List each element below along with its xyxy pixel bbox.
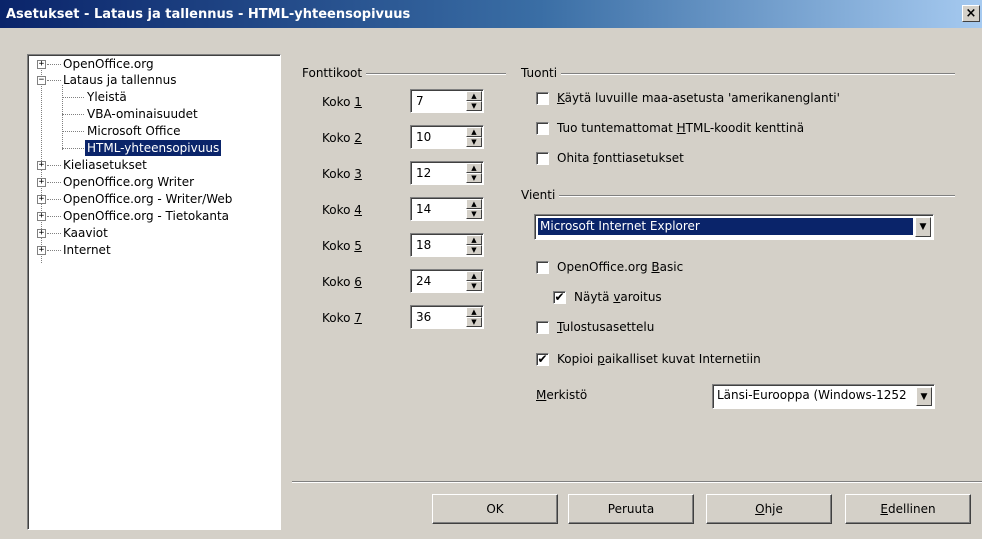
size-1-value: 7 bbox=[416, 94, 424, 108]
size-2-value: 10 bbox=[416, 130, 432, 144]
collapse-icon[interactable]: − bbox=[37, 76, 46, 85]
expand-icon[interactable]: + bbox=[37, 229, 46, 238]
export-heading: Vienti bbox=[521, 188, 560, 202]
spin-down-icon[interactable]: ▼ bbox=[466, 173, 482, 183]
spin-up-icon[interactable]: ▲ bbox=[466, 91, 482, 101]
export-browser-value: Microsoft Internet Explorer bbox=[538, 218, 913, 235]
chevron-down-icon[interactable]: ▼ bbox=[915, 217, 931, 237]
cancel-button[interactable]: Peruuta bbox=[568, 494, 694, 524]
size-2-spinner[interactable]: 10 ▲ ▼ bbox=[410, 125, 484, 149]
size-5-spinner[interactable]: 18 ▲ ▼ bbox=[410, 233, 484, 257]
show-warning-checkbox-label[interactable]: Näytä varoitus bbox=[574, 290, 662, 304]
tree-item-label: Internet bbox=[63, 243, 111, 257]
expand-icon[interactable]: + bbox=[37, 246, 46, 255]
export-browser-select[interactable]: Microsoft Internet Explorer ▼ bbox=[534, 214, 934, 240]
tree-item-label: OpenOffice.org - Tietokanta bbox=[63, 209, 230, 223]
spin-up-icon[interactable]: ▲ bbox=[466, 271, 482, 281]
ignore-fonts-checkbox-label[interactable]: Ohita fonttiasetukset bbox=[557, 151, 684, 165]
expand-icon[interactable]: + bbox=[37, 178, 46, 187]
charset-label: Merkistö bbox=[536, 388, 588, 402]
size-label-2: Koko 2 bbox=[322, 131, 362, 145]
locale-checkbox-label[interactable]: Käytä luvuille maa-asetusta 'amerikaneng… bbox=[557, 91, 840, 105]
size-6-value: 24 bbox=[416, 274, 432, 288]
spin-up-icon[interactable]: ▲ bbox=[466, 199, 482, 209]
expand-icon[interactable]: + bbox=[37, 212, 46, 221]
spin-down-icon[interactable]: ▼ bbox=[466, 137, 482, 147]
size-5-value: 18 bbox=[416, 238, 432, 252]
tree-connector bbox=[62, 85, 63, 150]
close-icon[interactable]: × bbox=[962, 5, 980, 22]
size-7-spinner[interactable]: 36 ▲ ▼ bbox=[410, 305, 484, 329]
show-warning-checkbox[interactable]: ✔ bbox=[553, 291, 566, 304]
tree-item-label: OpenOffice.org bbox=[63, 57, 154, 71]
tree-item-label: VBA-ominaisuudet bbox=[87, 107, 198, 121]
size-7-value: 36 bbox=[416, 310, 432, 324]
button-separator bbox=[292, 481, 982, 483]
size-label-5: Koko 5 bbox=[322, 239, 362, 253]
charset-value: Länsi-Eurooppa (Windows-1252 bbox=[717, 388, 907, 402]
chevron-down-icon[interactable]: ▼ bbox=[916, 387, 932, 406]
tree-item-label: Lataus ja tallennus bbox=[63, 73, 177, 87]
size-label-7: Koko 7 bbox=[322, 311, 362, 325]
print-layout-checkbox[interactable] bbox=[536, 321, 549, 334]
title-bar: Asetukset - Lataus ja tallennus - HTML-y… bbox=[0, 0, 982, 28]
import-heading: Tuonti bbox=[521, 66, 562, 80]
tree-item-label: OpenOffice.org Writer bbox=[63, 175, 195, 189]
print-layout-checkbox-label[interactable]: Tulostusasettelu bbox=[557, 320, 654, 334]
spin-down-icon[interactable]: ▼ bbox=[466, 317, 482, 327]
size-4-value: 14 bbox=[416, 202, 432, 216]
size-3-value: 12 bbox=[416, 166, 432, 180]
spin-up-icon[interactable]: ▲ bbox=[466, 235, 482, 245]
tree-item-label: Kieliasetukset bbox=[63, 158, 147, 172]
spin-down-icon[interactable]: ▼ bbox=[466, 209, 482, 219]
tree-item-label: Kaaviot bbox=[63, 226, 108, 240]
size-label-4: Koko 4 bbox=[322, 203, 362, 217]
spin-up-icon[interactable]: ▲ bbox=[466, 127, 482, 137]
copy-images-checkbox-label[interactable]: Kopioi paikalliset kuvat Internetiin bbox=[557, 352, 761, 366]
back-button[interactable]: Edellinen bbox=[845, 494, 971, 524]
tree-item-label: Microsoft Office bbox=[87, 124, 181, 138]
ok-button[interactable]: OK bbox=[432, 494, 558, 524]
tree-item-label: Yleistä bbox=[87, 90, 127, 104]
size-4-spinner[interactable]: 14 ▲ ▼ bbox=[410, 197, 484, 221]
spin-up-icon[interactable]: ▲ bbox=[466, 307, 482, 317]
copy-images-checkbox[interactable]: ✔ bbox=[536, 353, 549, 366]
spin-down-icon[interactable]: ▼ bbox=[466, 101, 482, 111]
tree-item-label: OpenOffice.org - Writer/Web bbox=[63, 192, 233, 206]
font-sizes-heading: Fonttikoot bbox=[302, 66, 367, 80]
spin-down-icon[interactable]: ▼ bbox=[466, 245, 482, 255]
expand-icon[interactable]: + bbox=[37, 60, 46, 69]
tree-item-label: HTML-yhteensopivuus bbox=[85, 140, 222, 156]
charset-select[interactable]: Länsi-Eurooppa (Windows-1252 ▼ bbox=[712, 384, 935, 409]
basic-checkbox[interactable] bbox=[536, 261, 549, 274]
window-title: Asetukset - Lataus ja tallennus - HTML-y… bbox=[6, 6, 411, 22]
spin-down-icon[interactable]: ▼ bbox=[466, 281, 482, 291]
size-label-6: Koko 6 bbox=[322, 275, 362, 289]
options-tree[interactable]: + OpenOffice.org − Lataus ja tallennus Y… bbox=[27, 54, 281, 530]
ignore-fonts-checkbox[interactable] bbox=[536, 152, 549, 165]
size-label-1: Koko 1 bbox=[322, 95, 362, 109]
basic-checkbox-label[interactable]: OpenOffice.org Basic bbox=[557, 260, 683, 274]
spin-up-icon[interactable]: ▲ bbox=[466, 163, 482, 173]
unknown-tags-checkbox[interactable] bbox=[536, 122, 549, 135]
expand-icon[interactable]: + bbox=[37, 161, 46, 170]
unknown-tags-checkbox-label[interactable]: Tuo tuntemattomat HTML-koodit kenttinä bbox=[557, 121, 804, 135]
size-1-spinner[interactable]: 7 ▲ ▼ bbox=[410, 89, 484, 113]
locale-checkbox[interactable] bbox=[536, 92, 549, 105]
size-6-spinner[interactable]: 24 ▲ ▼ bbox=[410, 269, 484, 293]
group-divider bbox=[521, 195, 955, 197]
help-button[interactable]: Ohje bbox=[706, 494, 832, 524]
size-3-spinner[interactable]: 12 ▲ ▼ bbox=[410, 161, 484, 185]
size-label-3: Koko 3 bbox=[322, 167, 362, 181]
group-divider bbox=[521, 73, 955, 75]
expand-icon[interactable]: + bbox=[37, 195, 46, 204]
